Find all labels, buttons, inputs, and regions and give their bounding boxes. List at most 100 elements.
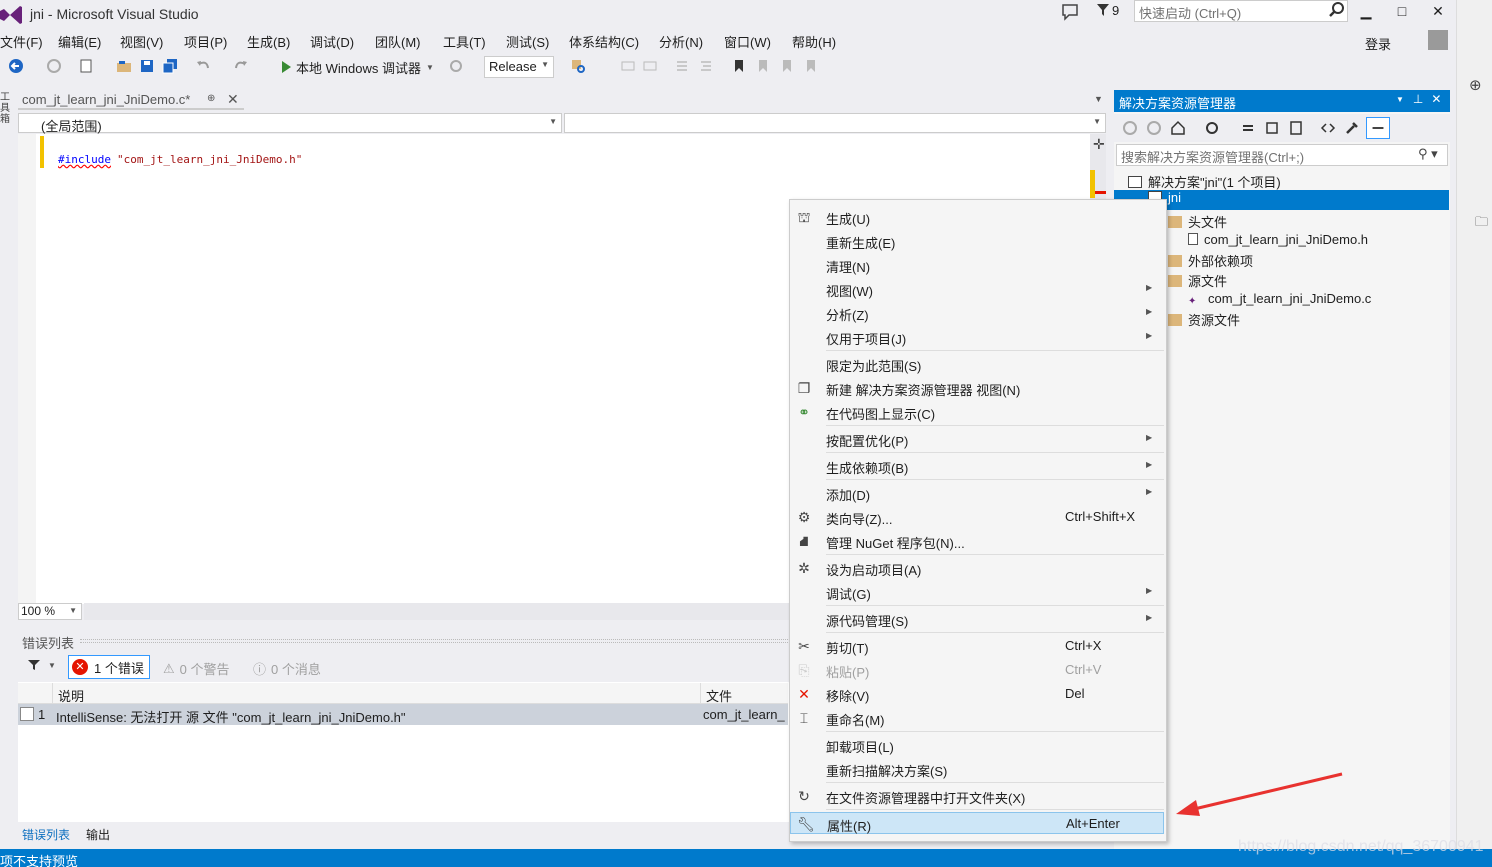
menu-item-build[interactable]: ⛫ 生成(U) xyxy=(790,206,1164,228)
menu-item-source-control[interactable]: 源代码管理(S) ▶ xyxy=(790,608,1164,630)
menu-item-view[interactable]: 视图(W) ▶ xyxy=(790,278,1164,300)
menu-analyze[interactable]: 分析(N) xyxy=(659,32,703,51)
indent-icon[interactable] xyxy=(698,58,714,74)
menu-item-rescan[interactable]: 重新扫描解决方案(S) xyxy=(790,758,1164,780)
navigate-back-icon[interactable] xyxy=(8,58,24,74)
menu-item-build-deps[interactable]: 生成依赖项(B) ▶ xyxy=(790,455,1164,477)
open-file-icon[interactable] xyxy=(116,58,132,74)
preview-selected-items-icon[interactable] xyxy=(1366,117,1390,139)
chevron-down-icon[interactable]: ▼ xyxy=(426,63,434,72)
panel-grip[interactable] xyxy=(80,639,788,643)
member-dropdown[interactable]: ▼ xyxy=(564,113,1106,133)
column-file[interactable]: 文件 xyxy=(706,686,732,705)
chevron-down-icon[interactable]: ▼ xyxy=(1396,95,1404,104)
menu-item-open-in-explorer[interactable]: ↻ 在文件资源管理器中打开文件夹(X) xyxy=(790,785,1164,807)
show-all-files-icon[interactable] xyxy=(1288,120,1304,136)
menu-window[interactable]: 窗口(W) xyxy=(724,32,771,51)
column-separator[interactable] xyxy=(700,683,701,704)
pending-changes-filter-icon[interactable] xyxy=(1204,120,1220,136)
menu-view[interactable]: 视图(V) xyxy=(120,32,163,51)
tab-output[interactable]: 输出 xyxy=(86,826,110,843)
code-line[interactable]: #include "com_jt_learn_jni_JniDemo.h" xyxy=(58,153,302,166)
menu-file[interactable]: 文件(F) xyxy=(0,32,43,51)
account-icon[interactable] xyxy=(1428,30,1448,50)
tree-item-header-file[interactable]: com_jt_learn_jni_JniDemo.h xyxy=(1188,232,1368,252)
menu-item-clean[interactable]: 清理(N) xyxy=(790,254,1164,276)
scope-dropdown[interactable]: (全局范围) ▼ xyxy=(18,113,562,134)
zoom-dropdown[interactable]: 100 % ▼ xyxy=(18,603,82,620)
maximize-button[interactable]: □ xyxy=(1384,0,1420,24)
menu-item-remove[interactable]: ✕ 移除(V) Del xyxy=(790,683,1164,705)
tree-item-solution[interactable]: 解决方案"jni"(1 个项目) xyxy=(1128,172,1281,192)
menu-item-class-wizard[interactable]: ⚙ 类向导(Z)... Ctrl+Shift+X xyxy=(790,506,1164,528)
tree-item-resources[interactable]: 资源文件 xyxy=(1168,310,1240,330)
menu-test[interactable]: 测试(S) xyxy=(506,32,549,51)
collapse-all-icon[interactable] xyxy=(1264,120,1280,136)
menu-item-pgo[interactable]: 按配置优化(P) ▶ xyxy=(790,428,1164,450)
close-tab-icon[interactable]: ✕ xyxy=(227,91,239,108)
minimize-button[interactable]: ▁ xyxy=(1348,0,1384,24)
menu-build[interactable]: 生成(B) xyxy=(247,32,290,51)
menu-architecture[interactable]: 体系结构(C) xyxy=(569,32,639,51)
solution-explorer-search-input[interactable]: 搜索解决方案资源管理器(Ctrl+;) xyxy=(1116,144,1448,166)
menu-item-add[interactable]: 添加(D) ▶ xyxy=(790,482,1164,504)
save-all-icon[interactable] xyxy=(162,58,178,74)
menu-item-debug[interactable]: 调试(G) ▶ xyxy=(790,581,1164,603)
feedback-filter-icon[interactable] xyxy=(1096,2,1110,18)
toolbox-tab[interactable]: 工具箱 xyxy=(0,92,10,125)
menu-project[interactable]: 项目(P) xyxy=(184,32,227,51)
uncomment-icon[interactable] xyxy=(642,58,658,74)
clear-bookmarks-icon[interactable] xyxy=(803,58,819,74)
sign-in-link[interactable]: 登录 xyxy=(1365,34,1391,53)
forward-icon[interactable] xyxy=(1146,120,1162,136)
messages-filter-toggle[interactable]: ⓘ 0 个消息 xyxy=(253,659,321,678)
menu-item-analyze[interactable]: 分析(Z) ▶ xyxy=(790,302,1164,324)
filter-button[interactable]: ▼ xyxy=(28,659,56,671)
add-icon[interactable]: ⊕ xyxy=(1469,76,1482,94)
back-icon[interactable] xyxy=(1122,120,1138,136)
properties-icon[interactable] xyxy=(1344,120,1360,136)
menu-edit[interactable]: 编辑(E) xyxy=(58,32,101,51)
tree-item-headers[interactable]: 头文件 xyxy=(1168,212,1227,232)
save-icon[interactable] xyxy=(139,58,155,74)
new-project-icon[interactable] xyxy=(78,58,94,74)
restart-icon[interactable] xyxy=(448,58,464,74)
menu-tools[interactable]: 工具(T) xyxy=(443,32,486,51)
menu-item-project-only[interactable]: 仅用于项目(J) ▶ xyxy=(790,326,1164,348)
toolbox-strip[interactable] xyxy=(0,88,16,848)
navigate-forward-icon[interactable] xyxy=(46,58,62,74)
start-debugging-button[interactable]: 本地 Windows 调试器 ▼ xyxy=(280,56,434,78)
solution-configuration-dropdown[interactable]: Release ▼ xyxy=(484,56,554,78)
menu-item-rebuild[interactable]: 重新生成(E) xyxy=(790,230,1164,252)
find-in-files-icon[interactable] xyxy=(570,58,586,74)
bookmark-icon[interactable] xyxy=(731,58,747,74)
pin-icon[interactable]: ⊕ xyxy=(207,93,215,104)
outdent-icon[interactable] xyxy=(674,58,690,74)
menu-item-paste[interactable]: ⎘ 粘贴(P) Ctrl+V xyxy=(790,659,1164,681)
warnings-filter-toggle[interactable]: ⚠ 0 个警告 xyxy=(163,659,230,678)
split-editor-icon[interactable]: ✛ xyxy=(1093,136,1105,153)
tree-item-external-deps[interactable]: 外部依赖项 xyxy=(1168,251,1253,271)
tab-error-list[interactable]: 错误列表 xyxy=(22,826,70,843)
search-icon[interactable] xyxy=(1328,1,1346,19)
menu-item-new-se-view[interactable]: ❐ 新建 解决方案资源管理器 视图(N) xyxy=(790,377,1164,399)
home-icon[interactable] xyxy=(1170,120,1186,136)
tree-item-source-file[interactable]: ✦ com_jt_learn_jni_JniDemo.c xyxy=(1188,291,1371,311)
menu-item-set-startup[interactable]: ✲ 设为启动项目(A) xyxy=(790,557,1164,579)
close-button[interactable]: ✕ xyxy=(1420,0,1456,24)
menu-item-cut[interactable]: ✂ 剪切(T) Ctrl+X xyxy=(790,635,1164,657)
search-icon[interactable]: ⚲ ▾ xyxy=(1418,146,1438,162)
quick-launch-input[interactable]: 快速启动 (Ctrl+Q) xyxy=(1134,0,1348,22)
menu-debug[interactable]: 调试(D) xyxy=(310,32,354,51)
prev-bookmark-icon[interactable] xyxy=(755,58,771,74)
menu-item-rename[interactable]: ⌶ 重命名(M) xyxy=(790,707,1164,729)
tab-list-dropdown-icon[interactable]: ▼ xyxy=(1094,94,1103,104)
menu-item-scope-to-this[interactable]: 限定为此范围(S) xyxy=(790,353,1164,375)
menu-item-show-on-codemap[interactable]: ⚭ 在代码图上显示(C) xyxy=(790,401,1164,423)
menu-item-unload[interactable]: 卸载项目(L) xyxy=(790,734,1164,756)
menu-help[interactable]: 帮助(H) xyxy=(792,32,836,51)
column-description[interactable]: 说明 xyxy=(58,686,84,705)
comment-icon[interactable] xyxy=(620,58,636,74)
menu-item-properties[interactable]: 🔧︎ 属性(R) Alt+Enter xyxy=(790,812,1164,834)
menu-item-nuget[interactable]: ⛘ 管理 NuGet 程序包(N)... xyxy=(790,530,1164,552)
